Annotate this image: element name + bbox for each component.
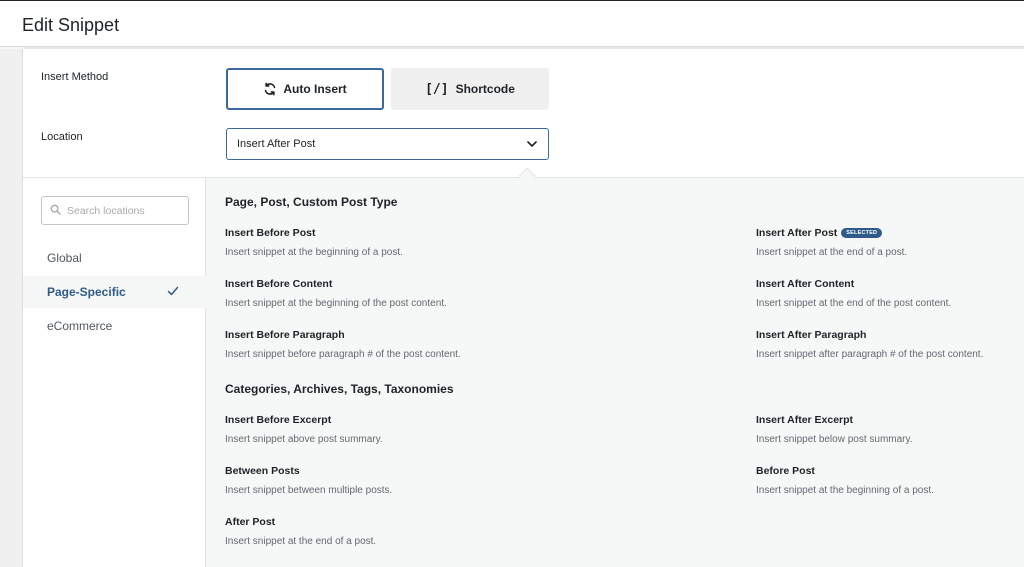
sidebar-item-page-specific[interactable]: Page-Specific (23, 276, 206, 308)
option-desc: Insert snippet below post summary. (756, 434, 913, 445)
shortcode-icon: [/] (425, 81, 449, 97)
option-desc: Insert snippet at the end of the post co… (756, 298, 952, 309)
option-desc: Insert snippet between multiple posts. (225, 485, 393, 496)
chevron-down-icon (526, 138, 538, 153)
option-between-posts[interactable]: Between Posts Insert snippet between mul… (225, 465, 392, 496)
option-desc: Insert snippet at the beginning of a pos… (225, 247, 403, 258)
option-desc: Insert snippet at the beginning of the p… (225, 298, 447, 309)
option-insert-before-post[interactable]: Insert Before Post Insert snippet at the… (225, 227, 403, 258)
option-name: Insert After Post (756, 227, 838, 239)
auto-insert-label: Auto Insert (283, 82, 347, 96)
option-insert-after-paragraph[interactable]: Insert After Paragraph Insert snippet af… (756, 329, 983, 360)
page-header: Edit Snippet (0, 1, 1024, 47)
option-insert-before-excerpt[interactable]: Insert Before Excerpt Insert snippet abo… (225, 414, 383, 445)
insert-method-label: Insert Method (41, 71, 109, 83)
option-insert-before-paragraph[interactable]: Insert Before Paragraph Insert snippet b… (225, 329, 461, 360)
location-label: Location (41, 131, 83, 143)
left-gutter (0, 49, 23, 567)
option-insert-after-excerpt[interactable]: Insert After Excerpt Insert snippet belo… (756, 414, 913, 445)
option-desc: Insert snippet above post summary. (225, 434, 383, 445)
refresh-icon (263, 82, 277, 96)
option-name: Insert Before Excerpt (225, 414, 332, 426)
sidebar-item-label: Page-Specific (47, 285, 126, 299)
option-before-post[interactable]: Before Post Insert snippet at the beginn… (756, 465, 934, 496)
option-insert-before-content[interactable]: Insert Before Content Insert snippet at … (225, 278, 447, 309)
search-icon (50, 202, 61, 220)
location-category-sidebar: Search locations Global Page-Specific eC… (23, 178, 206, 567)
section-title-categories: Categories, Archives, Tags, Taxonomies (225, 382, 454, 396)
option-name: Insert After Paragraph (756, 329, 867, 341)
option-name: Insert Before Post (225, 227, 316, 239)
shortcode-label: Shortcode (455, 82, 515, 96)
selected-badge: SELECTED (841, 228, 883, 238)
sidebar-item-label: eCommerce (47, 319, 113, 333)
option-insert-after-post[interactable]: Insert After Post SELECTED Insert snippe… (756, 227, 907, 258)
sidebar-item-global[interactable]: Global (23, 242, 206, 274)
location-select[interactable]: Insert After Post (226, 128, 549, 160)
option-after-post[interactable]: After Post Insert snippet at the end of … (225, 516, 376, 547)
option-desc: Insert snippet at the end of a post. (756, 247, 908, 258)
section-title-page-post: Page, Post, Custom Post Type (225, 195, 398, 209)
option-desc: Insert snippet at the beginning of a pos… (756, 485, 934, 496)
sidebar-item-label: Global (47, 251, 82, 265)
option-desc: Insert snippet after paragraph # of the … (756, 349, 984, 360)
shortcode-button[interactable]: [/] Shortcode (391, 68, 549, 110)
option-name: Insert After Excerpt (756, 414, 854, 426)
location-dropdown: Search locations Global Page-Specific eC… (23, 177, 1024, 567)
option-name: Insert Before Paragraph (225, 329, 345, 341)
option-name: Insert Before Content (225, 278, 333, 290)
insert-settings-panel: Insert Method Auto Insert [/] Shortcode … (23, 49, 1024, 567)
option-desc: Insert snippet before paragraph # of the… (225, 349, 461, 360)
option-insert-after-content[interactable]: Insert After Content Insert snippet at t… (756, 278, 951, 309)
location-selected-value: Insert After Post (237, 138, 316, 150)
option-name: Between Posts (225, 465, 300, 477)
option-name: After Post (225, 516, 276, 528)
option-name: Insert After Content (756, 278, 855, 290)
page-title: Edit Snippet (22, 15, 120, 35)
option-name: Before Post (756, 465, 815, 477)
search-placeholder: Search locations (67, 204, 145, 217)
auto-insert-button[interactable]: Auto Insert (226, 68, 384, 110)
checkmark-icon (166, 284, 180, 301)
search-locations-input[interactable]: Search locations (41, 196, 189, 225)
option-desc: Insert snippet at the end of a post. (225, 536, 377, 547)
sidebar-item-ecommerce[interactable]: eCommerce (23, 310, 206, 342)
